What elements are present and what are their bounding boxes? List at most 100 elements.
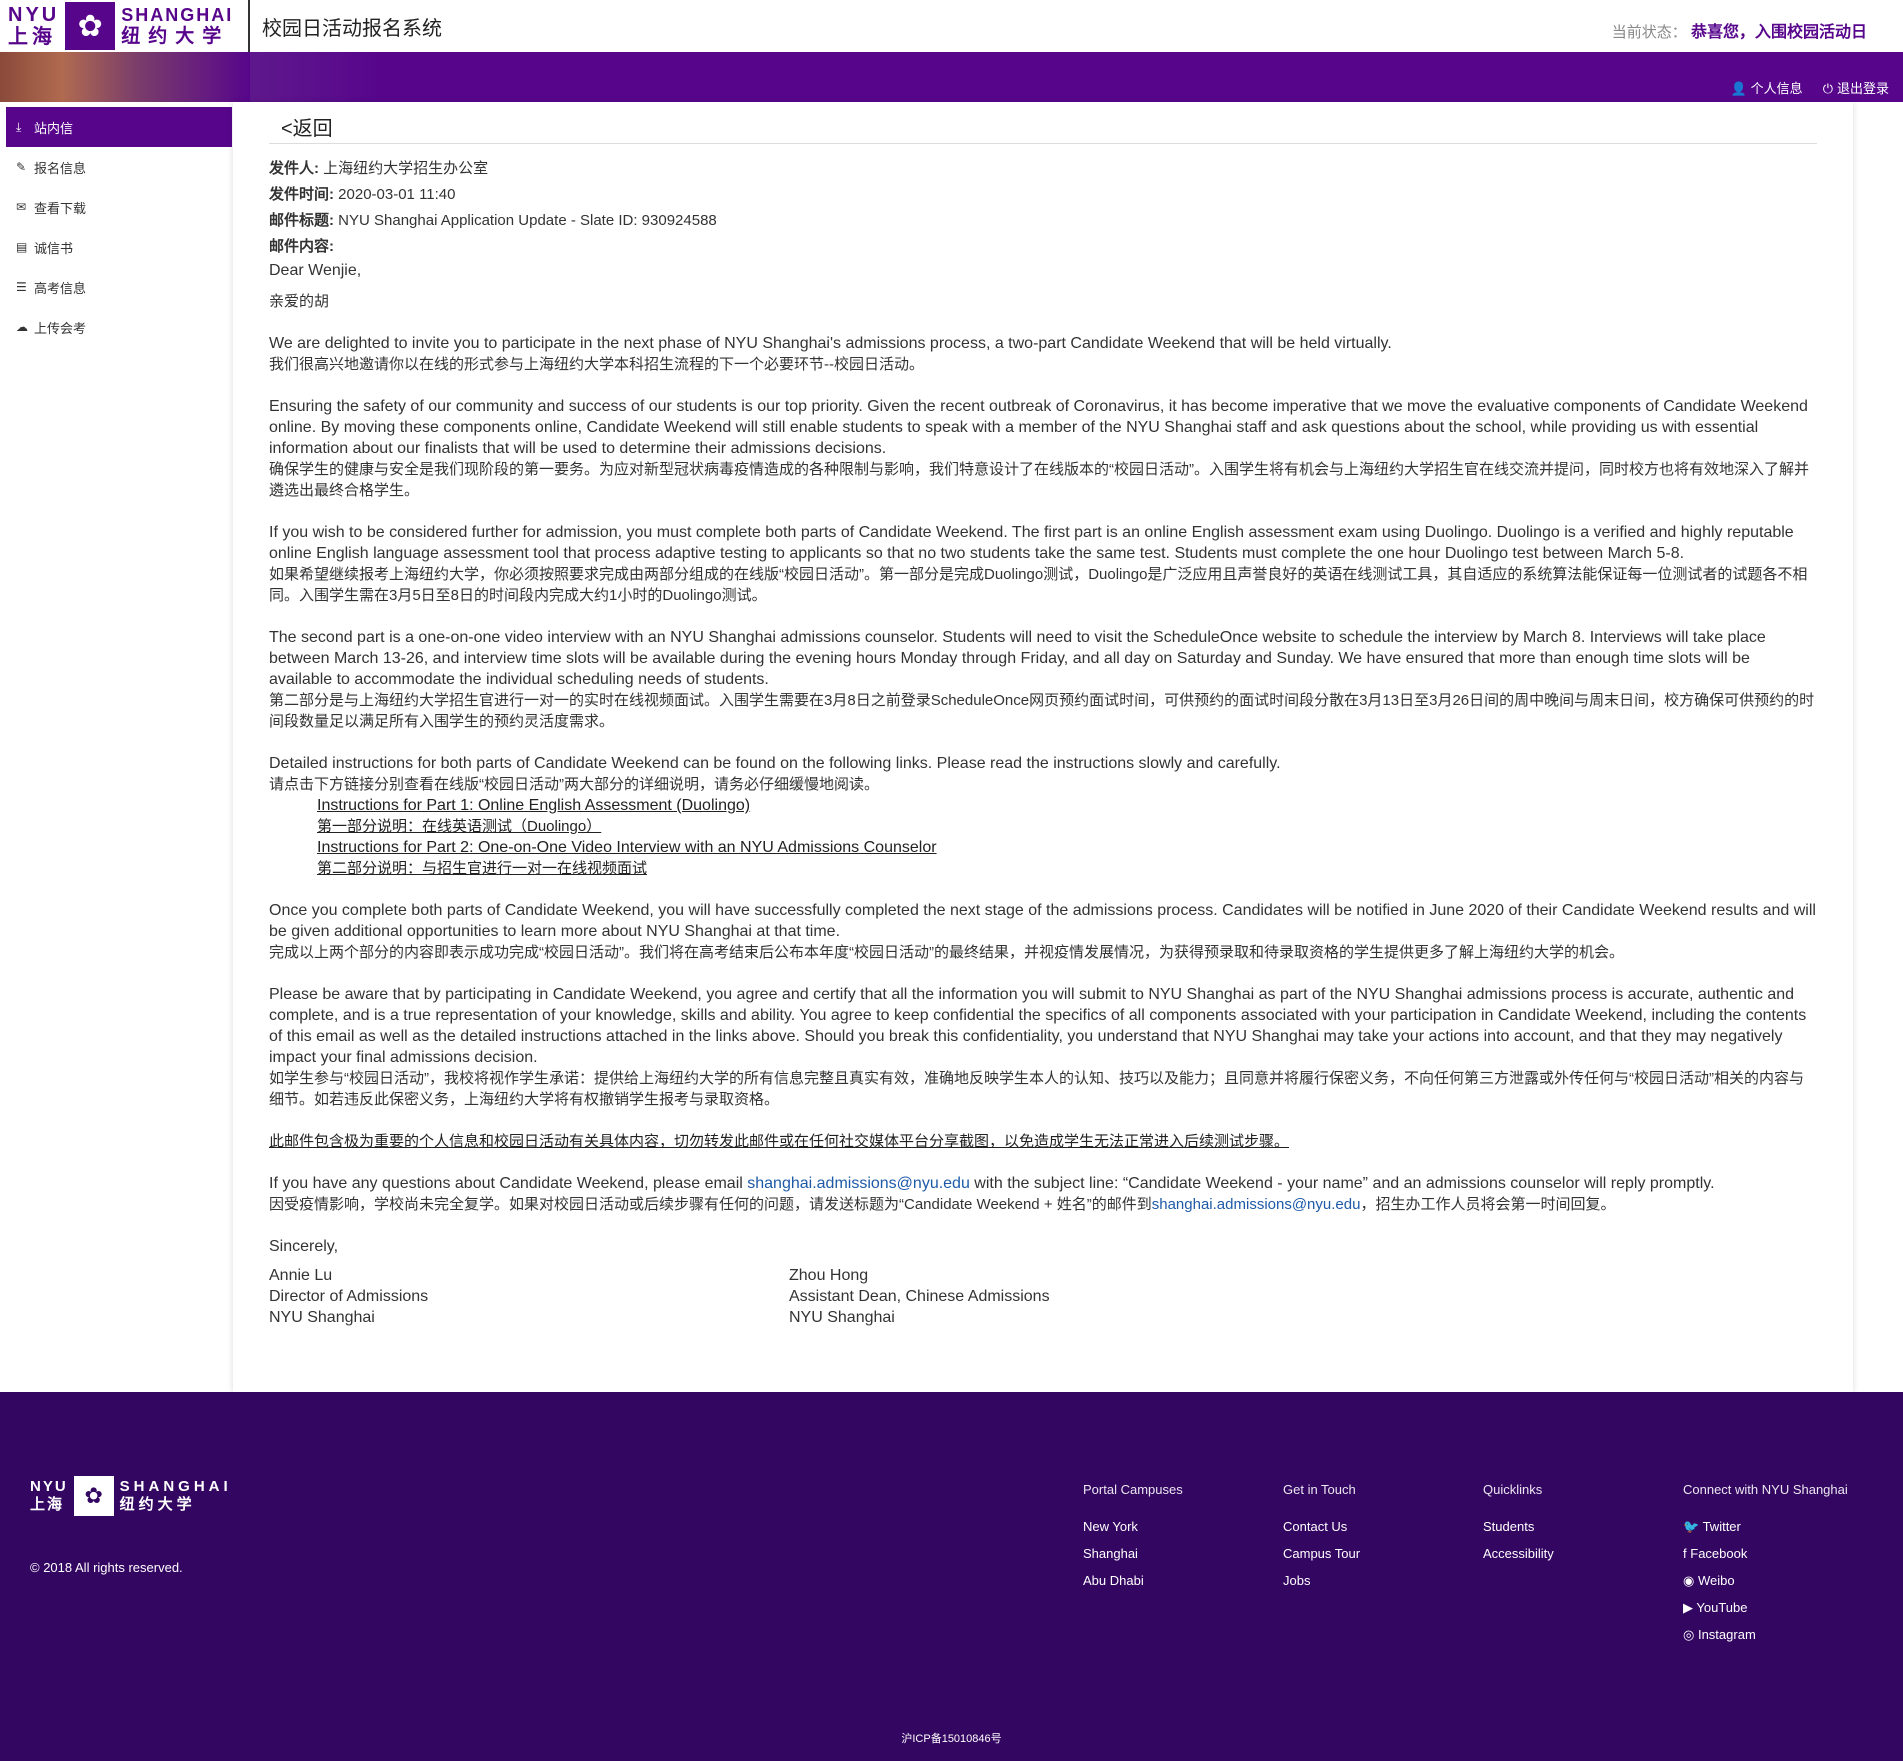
sender-label: 发件人: bbox=[269, 160, 319, 177]
sidebar-item-label: 报名信息 bbox=[34, 160, 87, 176]
logout-link-label: 退出登录 bbox=[1836, 81, 1889, 96]
footer-link-jobs[interactable]: Jobs bbox=[1283, 1567, 1360, 1594]
icp-license[interactable]: 沪ICP备15010846号 bbox=[0, 1730, 1903, 1746]
signer-title: Director of Admissions bbox=[269, 1288, 429, 1305]
top-header: NYU 上海 ✿ SHANGHAI 纽约大学 校园日活动报名系统 当前状态： 恭… bbox=[0, 0, 1903, 52]
time-value: 2020-03-01 11:40 bbox=[338, 186, 456, 203]
paragraph-en: Ensuring the safety of our community and… bbox=[269, 398, 1808, 457]
footer-link-twitter[interactable]: 🐦 Twitter bbox=[1683, 1513, 1848, 1540]
footer-link-label: Weibo bbox=[1697, 1573, 1735, 1588]
signatures: Annie Lu Director of Admissions NYU Shan… bbox=[269, 1265, 1817, 1328]
footer-link-contact-us[interactable]: Contact Us bbox=[1283, 1513, 1360, 1540]
signer-org: NYU Shanghai bbox=[789, 1309, 895, 1326]
sidebar-item-upload[interactable]: ☁ 上传会考 bbox=[6, 307, 232, 347]
part1-instructions-link-zh[interactable]: 第一部分说明：在线英语测试（Duolingo） bbox=[317, 818, 601, 835]
sidebar-item-downloads[interactable]: ✉ 查看下载 bbox=[6, 187, 232, 227]
footer-link-students[interactable]: Students bbox=[1483, 1513, 1554, 1540]
paragraph-zh: 完成以上两个部分的内容即表示成功完成“校园日活动”。我们将在高考结束后公布本年度… bbox=[269, 944, 1624, 961]
nyu-shanghai-logo[interactable]: NYU 上海 ✿ SHANGHAI 纽约大学 bbox=[0, 0, 250, 52]
paragraph-en: Detailed instructions for both parts of … bbox=[269, 755, 1281, 772]
greeting-en: Dear Wenjie, bbox=[269, 262, 362, 279]
sidebar-item-label: 查看下载 bbox=[34, 200, 87, 216]
time-label: 发件时间: bbox=[269, 186, 334, 203]
footer-col-social: Connect with NYU Shanghai 🐦 Twitter f Fa… bbox=[1683, 1476, 1848, 1648]
footer: NYU 上海 ✿ SHANGHAI 纽约大学 © 2018 All rights… bbox=[0, 1392, 1903, 1761]
torch-icon: ✿ bbox=[65, 2, 116, 50]
sidebar-item-label: 高考信息 bbox=[34, 280, 87, 296]
back-button[interactable]: <返回 bbox=[269, 108, 1817, 144]
sidebar-item-inbox[interactable]: ⤓ 站内信 bbox=[6, 107, 232, 147]
sidebar-item-label: 站内信 bbox=[34, 120, 74, 136]
footer-link-label: Instagram bbox=[1697, 1627, 1756, 1642]
signer-name: Annie Lu bbox=[269, 1267, 333, 1284]
copyright: © 2018 All rights reserved. bbox=[30, 1560, 183, 1575]
signature-1: Annie Lu Director of Admissions NYU Shan… bbox=[269, 1265, 789, 1328]
sidebar-item-registration[interactable]: ✎ 报名信息 bbox=[6, 147, 232, 187]
message-panel: <返回 发件人: 上海纽约大学招生办公室 发件时间: 2020-03-01 11… bbox=[233, 102, 1853, 1392]
instagram-icon: ◎ bbox=[1683, 1627, 1695, 1642]
footer-logo[interactable]: NYU 上海 ✿ SHANGHAI 纽约大学 bbox=[30, 1476, 232, 1516]
status-label: 当前状态： bbox=[1611, 24, 1687, 41]
footer-col-contact: Get in Touch Contact Us Campus Tour Jobs bbox=[1283, 1476, 1360, 1594]
footer-link-abu-dhabi[interactable]: Abu Dhabi bbox=[1083, 1567, 1183, 1594]
footer-link-instagram[interactable]: ◎ Instagram bbox=[1683, 1621, 1848, 1648]
footer-link-label: YouTube bbox=[1696, 1600, 1748, 1615]
sidebar-item-label: 上传会考 bbox=[34, 320, 87, 336]
download-icon: ⤓ bbox=[16, 119, 22, 134]
closing: Sincerely, bbox=[269, 1238, 339, 1255]
banner-photo bbox=[0, 52, 250, 102]
footer-logo-en-right: SHANGHAI bbox=[119, 1478, 232, 1495]
footer-col-quicklinks: Quicklinks Students Accessibility bbox=[1483, 1476, 1554, 1567]
paragraph-en: Once you complete both parts of Candidat… bbox=[269, 902, 1816, 940]
part1-instructions-link[interactable]: Instructions for Part 1: Online English … bbox=[317, 797, 750, 814]
instruction-links: Instructions for Part 1: Online English … bbox=[269, 795, 1817, 879]
contact-text: with the subject line: “Candidate Weeken… bbox=[969, 1175, 1715, 1192]
paragraph-zh: 第二部分是与上海纽约大学招生官进行一对一的实时在线视频面试。入围学生需要在3月8… bbox=[269, 692, 1815, 730]
subject-label: 邮件标题: bbox=[269, 212, 334, 229]
content-label: 邮件内容: bbox=[269, 238, 334, 255]
power-icon: ⏻ bbox=[1822, 81, 1833, 96]
signature-2: Zhou Hong Assistant Dean, Chinese Admiss… bbox=[789, 1265, 1309, 1328]
file-icon: ▤ bbox=[16, 240, 28, 254]
list-icon: ☰ bbox=[16, 280, 27, 294]
confidentiality-warning: 此邮件包含极为重要的个人信息和校园日活动有关具体内容，切勿转发此邮件或在任何社交… bbox=[269, 1133, 1290, 1150]
paragraph-zh: 如果希望继续报考上海纽约大学，你必须按照要求完成由两部分组成的在线版“校园日活动… bbox=[269, 566, 1808, 604]
paragraph-zh: 我们很高兴地邀请你以在线的形式参与上海纽约大学本科招生流程的下一个必要环节--校… bbox=[269, 356, 924, 373]
message-meta: 发件人: 上海纽约大学招生办公室 发件时间: 2020-03-01 11:40 … bbox=[269, 156, 1817, 260]
footer-link-campus-tour[interactable]: Campus Tour bbox=[1283, 1540, 1360, 1567]
paragraph-zh: 确保学生的健康与安全是我们现阶段的第一要务。为应对新型冠状病毒疫情造成的各种限制… bbox=[269, 461, 1810, 499]
envelope-icon: ✉ bbox=[16, 200, 27, 214]
footer-link-shanghai[interactable]: Shanghai bbox=[1083, 1540, 1183, 1567]
admissions-email-link[interactable]: shanghai.admissions@nyu.edu bbox=[1152, 1196, 1361, 1213]
youtube-icon: ▶ bbox=[1683, 1600, 1693, 1615]
footer-link-youtube[interactable]: ▶ YouTube bbox=[1683, 1594, 1848, 1621]
profile-link[interactable]: 👤 个人信息 bbox=[1730, 78, 1802, 97]
cloud-upload-icon: ☁ bbox=[16, 320, 28, 334]
footer-link-facebook[interactable]: f Facebook bbox=[1683, 1540, 1848, 1567]
footer-link-label: Facebook bbox=[1690, 1546, 1748, 1561]
logo-text-en-left: NYU bbox=[8, 4, 60, 26]
paragraph-en: The second part is a one-on-one video in… bbox=[269, 629, 1766, 688]
greeting-zh: 亲爱的胡 bbox=[269, 293, 330, 310]
part2-instructions-link-zh[interactable]: 第二部分说明：与招生官进行一对一在线视频面试 bbox=[317, 860, 647, 877]
part2-instructions-link[interactable]: Instructions for Part 2: One-on-One Vide… bbox=[317, 839, 937, 856]
edit-icon: ✎ bbox=[16, 160, 27, 174]
header-banner: 👤 个人信息 ⏻ 退出登录 bbox=[0, 52, 1903, 102]
sidebar-item-integrity[interactable]: ▤ 诚信书 bbox=[6, 227, 232, 267]
message-body: Dear Wenjie, 亲爱的胡 We are delighted to in… bbox=[269, 260, 1817, 1328]
footer-col-campuses: Portal Campuses New York Shanghai Abu Dh… bbox=[1083, 1476, 1183, 1594]
subject-value: NYU Shanghai Application Update - Slate … bbox=[338, 212, 717, 229]
logout-link[interactable]: ⏻ 退出登录 bbox=[1823, 78, 1889, 97]
footer-link-weibo[interactable]: ◉ Weibo bbox=[1683, 1567, 1848, 1594]
twitter-icon: 🐦 bbox=[1683, 1519, 1700, 1534]
footer-link-accessibility[interactable]: Accessibility bbox=[1483, 1540, 1554, 1567]
sidebar-item-gaokao[interactable]: ☰ 高考信息 bbox=[6, 267, 232, 307]
admissions-email-link[interactable]: shanghai.admissions@nyu.edu bbox=[747, 1175, 970, 1192]
facebook-icon: f bbox=[1683, 1546, 1687, 1561]
signer-name: Zhou Hong bbox=[789, 1267, 869, 1284]
system-title: 校园日活动报名系统 bbox=[262, 17, 442, 40]
footer-link-new-york[interactable]: New York bbox=[1083, 1513, 1183, 1540]
signer-title: Assistant Dean, Chinese Admissions bbox=[789, 1288, 1050, 1305]
torch-icon: ✿ bbox=[73, 1476, 114, 1516]
sender-value: 上海纽约大学招生办公室 bbox=[323, 160, 489, 177]
